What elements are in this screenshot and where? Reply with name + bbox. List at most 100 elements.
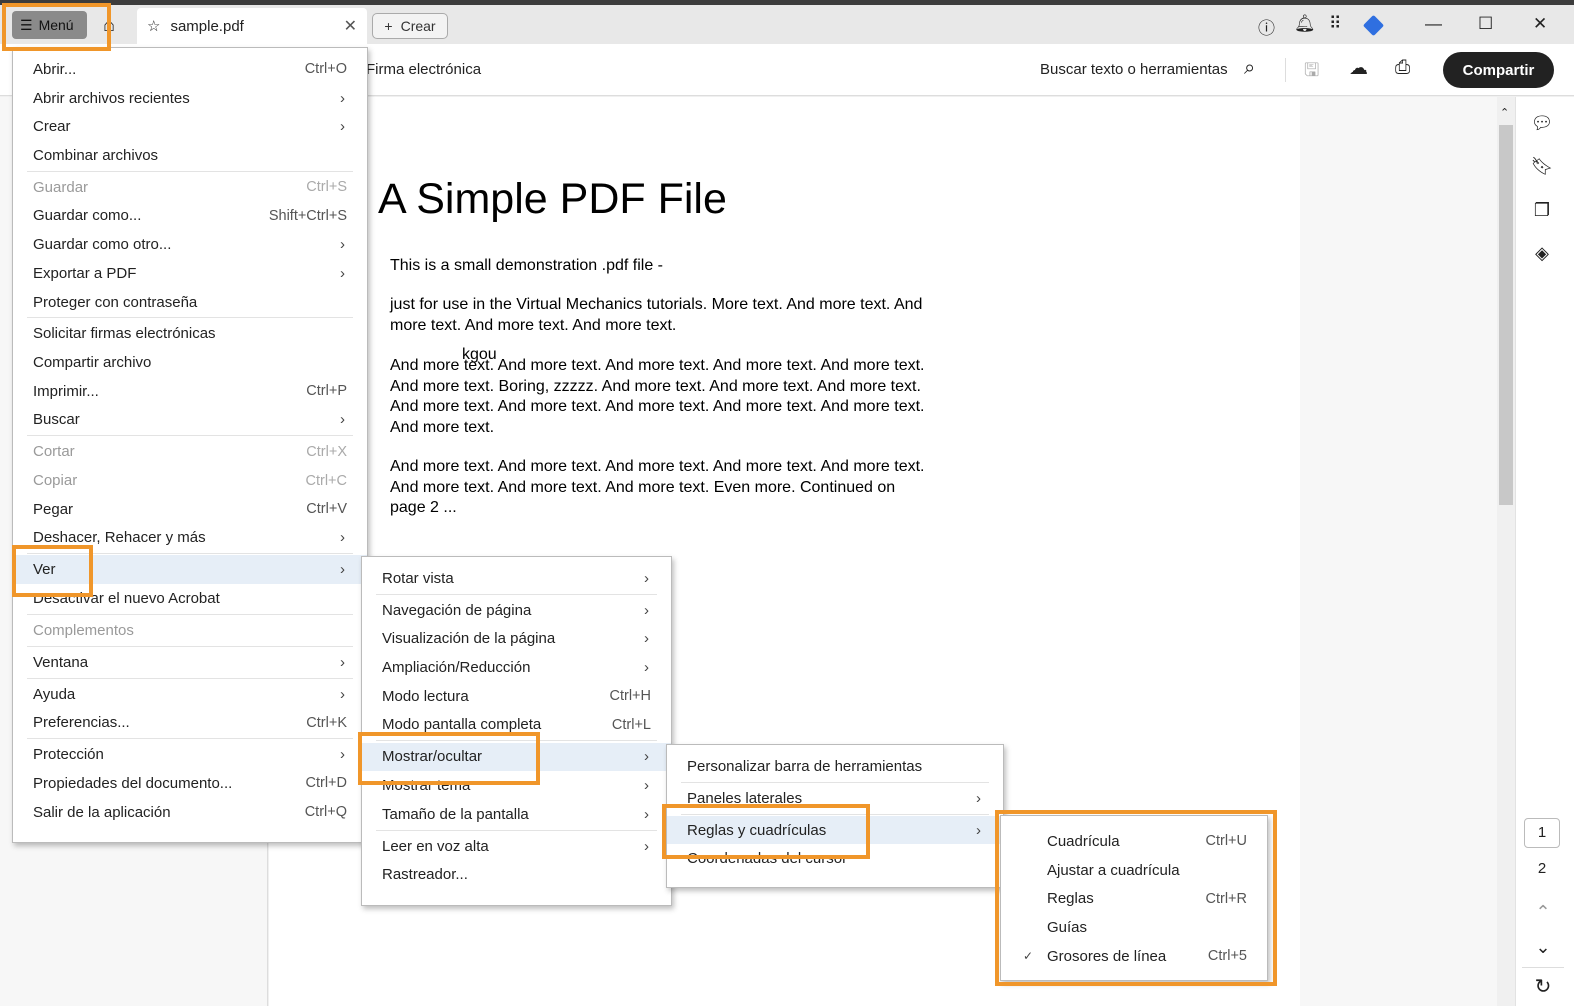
menu-item-copiar[interactable]: Copiar Ctrl+C <box>13 466 367 495</box>
document-tab[interactable]: ☆ sample.pdf ✕ <box>137 8 367 44</box>
menu-item-label: Pegar <box>33 500 74 518</box>
menu-item-combinar-archivos[interactable]: Combinar archivos <box>13 141 367 170</box>
menu-item-leer-en-voz-alta[interactable]: Leer en voz alta › <box>362 832 671 861</box>
save-icon[interactable]: 🖫 <box>1304 58 1319 88</box>
menu-item-proteccion[interactable]: Protección › <box>13 740 367 769</box>
print-icon[interactable]: ⎙ <box>1395 57 1410 79</box>
pdf-paragraph: And more text. And more text. And more t… <box>390 357 925 436</box>
menu-item-navegacion-de-pagina[interactable]: Navegación de página › <box>362 596 671 625</box>
menu-item-visualizacion-de-la-pagina[interactable]: Visualización de la página › <box>362 625 671 654</box>
chevron-right-icon: › <box>644 748 649 766</box>
search-tools-button[interactable]: Buscar texto o herramientas <box>1040 61 1228 78</box>
refresh-icon[interactable]: ↻ <box>1531 974 1555 999</box>
menu-item-proteger-con-contrasena[interactable]: Proteger con contraseña <box>13 288 367 317</box>
menu-item-ajustar-a-cuadricula[interactable]: Ajustar a cuadrícula <box>1001 856 1267 885</box>
menu-item-reglas[interactable]: Reglas Ctrl+R <box>1001 884 1267 913</box>
menu-item-deshacer-rehacer-y-mas[interactable]: Deshacer, Rehacer y más › <box>13 524 367 553</box>
minimize-icon[interactable]: — <box>1425 14 1442 34</box>
menu-item-label: Ver <box>33 561 56 579</box>
menu-item-ayuda[interactable]: Ayuda › <box>13 680 367 709</box>
create-button[interactable]: + Crear <box>372 13 448 39</box>
menu-item-label: Modo lectura <box>382 687 469 705</box>
menu-item-preferencias[interactable]: Preferencias... Ctrl+K <box>13 708 367 737</box>
menu-item-complementos[interactable]: Complementos <box>13 616 367 645</box>
home-icon[interactable]: ⌂ <box>103 14 115 37</box>
chevron-right-icon: › <box>976 789 981 807</box>
menu-item-abrir-archivos-recientes[interactable]: Abrir archivos recientes › <box>13 84 367 113</box>
menu-item-label: Modo pantalla completa <box>382 716 542 734</box>
menu-item-label: Abrir archivos recientes <box>33 89 190 107</box>
menu-item-pegar[interactable]: Pegar Ctrl+V <box>13 495 367 524</box>
help-icon[interactable]: ⓘ <box>1258 14 1275 39</box>
menu-item-label: Abrir... <box>33 60 77 78</box>
close-window-icon[interactable]: ✕ <box>1533 14 1547 34</box>
scroll-up-icon[interactable]: ⌃ <box>1500 106 1509 119</box>
menu-item-mostrar-tema[interactable]: Mostrar tema › <box>362 771 671 800</box>
rulers-grids-submenu: Cuadrícula Ctrl+U Ajustar a cuadrícula Regl… <box>1000 815 1268 981</box>
tab-title: sample.pdf <box>170 17 244 35</box>
menu-item-guardar-como-otro[interactable]: Guardar como otro... › <box>13 230 367 259</box>
maximize-icon[interactable]: ☐ <box>1478 14 1493 34</box>
upload-cloud-icon[interactable]: ☁ <box>1349 57 1368 80</box>
apps-grid-icon[interactable]: ⠿ <box>1329 14 1341 34</box>
menu-item-label: Solicitar firmas electrónicas <box>33 325 216 343</box>
page-2-button[interactable]: 2 <box>1524 860 1560 877</box>
menu-item-label: Mostrar tema <box>382 777 471 795</box>
menu-item-coordenadas-del-cursor[interactable]: Coordenadas del cursor <box>667 844 1003 873</box>
menu-item-label: Guardar como... <box>33 207 142 225</box>
search-icon[interactable]: ⌕ <box>1244 57 1255 80</box>
menu-item-ampliacion-reduccion[interactable]: Ampliación/Reducción › <box>362 653 671 682</box>
menu-button[interactable]: ☰ Menú <box>12 11 87 39</box>
chevron-right-icon: › <box>340 236 345 254</box>
menu-item-guias[interactable]: Guías <box>1001 913 1267 942</box>
menu-item-label: Guías <box>1047 918 1088 936</box>
menu-item-modo-pantalla-completa[interactable]: Modo pantalla completa Ctrl+L <box>362 711 671 740</box>
e-signature-tool[interactable]: Firma electrónica <box>366 61 481 78</box>
menu-item-ver[interactable]: Ver › <box>13 555 367 585</box>
menu-item-rotar-vista[interactable]: Rotar vista › <box>362 564 671 593</box>
menu-item-personalizar-barra-de-herramientas[interactable]: Personalizar barra de herramientas <box>667 752 1003 781</box>
menu-item-compartir-archivo[interactable]: Compartir archivo <box>13 348 367 377</box>
create-label: Crear <box>400 18 436 34</box>
menu-item-reglas-y-cuadriculas[interactable]: Reglas y cuadrículas › <box>667 815 1003 845</box>
menu-item-mostrar-ocultar[interactable]: Mostrar/ocultar › <box>362 742 671 772</box>
menu-item-exportar-a-pdf[interactable]: Exportar a PDF › <box>13 259 367 288</box>
menu-item-propiedades-del-documento[interactable]: Propiedades del documento... Ctrl+D <box>13 769 367 798</box>
pages-icon[interactable]: ❐ <box>1530 200 1554 221</box>
menu-item-crear[interactable]: Crear › <box>13 112 367 141</box>
bell-icon[interactable]: 🔔︎ <box>1294 14 1316 34</box>
menu-item-guardar-como[interactable]: Guardar como... Shift+Ctrl+S <box>13 202 367 231</box>
menu-item-label: Personalizar barra de herramientas <box>687 757 923 775</box>
menu-item-cuadricula[interactable]: Cuadrícula Ctrl+U <box>1001 827 1267 856</box>
star-icon[interactable]: ☆ <box>147 17 160 35</box>
next-page-icon[interactable]: ⌄ <box>1531 937 1555 958</box>
menu-item-salir-de-la-aplicacion[interactable]: Salir de la aplicación Ctrl+Q <box>13 798 367 827</box>
scrollbar-thumb[interactable] <box>1499 125 1513 505</box>
menu-item-tamano-de-la-pantalla[interactable]: Tamaño de la pantalla › <box>362 800 671 829</box>
layers-icon[interactable]: ◈ <box>1530 243 1554 264</box>
menu-item-paneles-laterales[interactable]: Paneles laterales › <box>667 784 1003 813</box>
shortcut-label: Ctrl+L <box>611 716 651 733</box>
shortcut-label: Ctrl+X <box>306 443 347 460</box>
menu-item-modo-lectura[interactable]: Modo lectura Ctrl+H <box>362 682 671 711</box>
menu-item-guardar[interactable]: Guardar Ctrl+S <box>13 173 367 202</box>
menu-item-rastreador[interactable]: Rastreador... <box>362 860 671 889</box>
menu-item-cortar[interactable]: Cortar Ctrl+X <box>13 438 367 467</box>
menu-item-solicitar-firmas-electronicas[interactable]: Solicitar firmas electrónicas <box>13 320 367 349</box>
text-annotation[interactable]: kgou <box>462 346 497 364</box>
menu-item-label: Deshacer, Rehacer y más <box>33 529 206 547</box>
shortcut-label: Ctrl+V <box>306 501 347 518</box>
menu-item-abrir[interactable]: Abrir... Ctrl+O <box>13 55 367 84</box>
close-tab-icon[interactable]: ✕ <box>344 16 357 36</box>
share-button[interactable]: Compartir <box>1443 52 1554 88</box>
menu-item-buscar[interactable]: Buscar › <box>13 406 367 435</box>
page-1-button[interactable]: 1 <box>1524 818 1560 848</box>
menu-item-desactivar-el-nuevo-acrobat[interactable]: Desactivar el nuevo Acrobat <box>13 584 367 613</box>
menu-item-grosores-de-linea[interactable]: ✓ Grosores de línea Ctrl+5 <box>1001 942 1267 971</box>
prev-page-icon[interactable]: ⌃ <box>1531 902 1555 923</box>
comment-icon[interactable]: 💬︎ <box>1530 113 1554 134</box>
menu-item-ventana[interactable]: Ventana › <box>13 648 367 677</box>
menu-separator <box>13 316 367 319</box>
bookmark-icon[interactable]: 🔖︎ <box>1530 156 1554 177</box>
menu-item-imprimir[interactable]: Imprimir... Ctrl+P <box>13 377 367 406</box>
